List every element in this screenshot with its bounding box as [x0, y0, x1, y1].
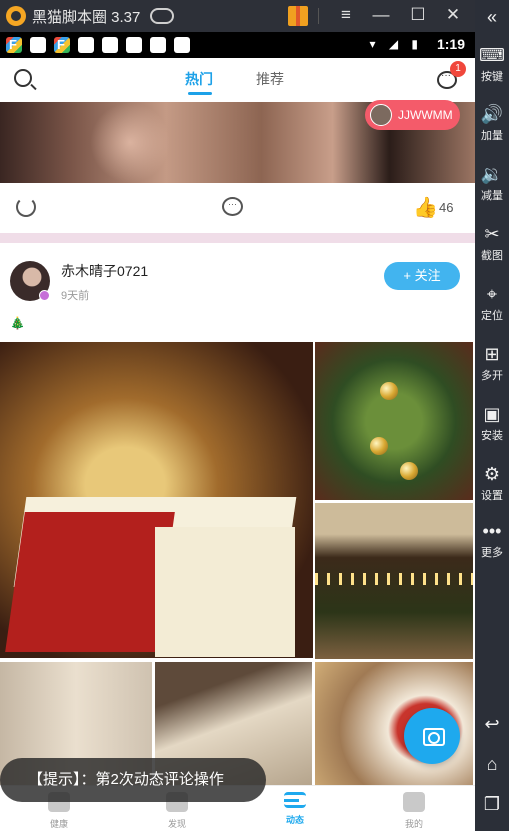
gift-icon[interactable]: [288, 6, 308, 26]
post-time: 9天前: [61, 290, 90, 302]
bottom-nav-label: 动态: [285, 815, 304, 825]
ornament-shape: [370, 437, 388, 455]
android-status-bar: ▾ ◢ ▮ 1:19: [0, 32, 475, 58]
notification-icon: [150, 37, 166, 53]
back-arrow-icon: ↩: [484, 714, 500, 734]
female-badge-icon: [39, 290, 50, 301]
sidebar-item-multi-instance[interactable]: ⊞ 多开: [475, 343, 509, 383]
camera-post-button[interactable]: [404, 708, 460, 764]
search-icon[interactable]: [14, 69, 32, 87]
notification-app-icon: [54, 37, 70, 53]
sidebar-item-label: 更多: [481, 547, 503, 559]
gear-icon: ⚙: [483, 464, 501, 484]
sidebar-item-label: 截图: [481, 250, 503, 262]
post-header: 赤木晴子0721 9天前 + 关注: [0, 243, 475, 313]
post-content: 🎄: [10, 316, 25, 330]
sidebar-item-label: 减量: [481, 190, 503, 202]
post-username[interactable]: 赤木晴子0721: [61, 261, 148, 281]
sidebar-item-label: 定位: [481, 310, 503, 322]
notification-app-icon: [6, 37, 22, 53]
bottom-nav-label: 健康: [49, 819, 68, 829]
like-count: 46: [439, 200, 454, 215]
profile-icon: [403, 792, 425, 812]
share-icon[interactable]: [16, 197, 36, 217]
notification-icon: [102, 37, 118, 53]
multi-window-icon: ⊞: [484, 344, 500, 364]
bottom-nav-label: 我的: [404, 819, 423, 829]
sidebar-item-screenshot[interactable]: ✂ 截图: [475, 223, 509, 263]
user-chip[interactable]: JJWWMM: [365, 100, 460, 130]
apk-icon: ▣: [483, 404, 501, 424]
sidebar-item-settings[interactable]: ⚙ 设置: [475, 463, 509, 503]
home-icon: ⌂: [486, 754, 498, 774]
sidebar-item-volume-up[interactable]: 🔊 加量: [475, 103, 509, 143]
white-cloth-shape: [155, 527, 295, 657]
tab-hot[interactable]: 热门: [185, 69, 213, 89]
thumbs-up-icon[interactable]: 👍: [413, 195, 438, 220]
post-image[interactable]: [315, 342, 473, 500]
sidebar-item-volume-down[interactable]: 🔉 减量: [475, 163, 509, 203]
close-button[interactable]: ✕: [442, 4, 464, 26]
sidebar-item-install[interactable]: ▣ 安装: [475, 403, 509, 443]
double-chevron-icon: «: [486, 7, 497, 27]
notification-icon: [30, 37, 46, 53]
app-logo-icon: [6, 6, 26, 26]
recents-icon: ❐: [483, 794, 501, 814]
more-dots-icon: •••: [482, 521, 502, 541]
notification-icon: [126, 37, 142, 53]
post-divider: [0, 233, 475, 243]
title-divider: [318, 8, 319, 24]
feed-icon: [284, 792, 306, 808]
maximize-button[interactable]: ☐: [407, 4, 429, 26]
comment-icon[interactable]: ···: [222, 197, 243, 216]
notification-icon: [78, 37, 94, 53]
location-pin-icon: ⌖: [486, 284, 498, 304]
sidebar-item-label: 安装: [481, 430, 503, 442]
post-actions: ··· 👍 46: [0, 183, 475, 233]
emulator-title: 黑猫脚本圈 3.37: [32, 9, 141, 26]
sidebar-item-label: 按键: [481, 71, 503, 83]
keyboard-icon: ⌨: [479, 45, 505, 65]
message-badge: 1: [450, 61, 466, 77]
emulator-sidebar: « ⌨ 按键 🔊 加量 🔉 减量 ✂ 截图 ⌖ 定位 ⊞ 多开 ▣ 安装 ⚙ 设…: [475, 0, 509, 831]
post-image[interactable]: [0, 342, 313, 658]
post-image[interactable]: [315, 503, 473, 659]
bottom-nav-profile[interactable]: 我的: [355, 786, 473, 831]
toast-message: 【提示】：第2次动态评论操作: [0, 758, 266, 802]
red-cloth-shape: [5, 512, 175, 652]
sidebar-item-label: 多开: [481, 370, 503, 382]
avatar: [370, 104, 392, 126]
sidebar-item-location[interactable]: ⌖ 定位: [475, 283, 509, 323]
menu-button[interactable]: ≡: [335, 4, 357, 26]
minimize-button[interactable]: —: [370, 4, 392, 26]
emulator-title-bar: 黑猫脚本圈 3.37 ≡ — ☐ ✕: [0, 0, 475, 32]
app-screen: 热门 推荐 1 JJWWMM ··· 👍 46 赤木晴子0721 9天前 + 关…: [0, 58, 475, 831]
sidebar-item-label: 加量: [481, 130, 503, 142]
status-time: 1:19: [436, 36, 465, 52]
sidebar-item-more[interactable]: ••• 更多: [475, 520, 509, 560]
user-chip-name: JJWWMM: [398, 108, 453, 122]
tab-recommended[interactable]: 推荐: [256, 69, 284, 89]
nav-recents-button[interactable]: ❐: [475, 793, 509, 815]
volume-down-icon: 🔉: [480, 164, 504, 184]
top-navigation: 热门 推荐 1: [0, 58, 475, 102]
ornament-shape: [400, 462, 418, 480]
follow-button[interactable]: + 关注: [384, 262, 460, 290]
scissors-icon: ✂: [484, 224, 500, 244]
active-tab-indicator: [188, 92, 212, 95]
system-status-icons: ▾ ◢ ▮: [369, 37, 423, 51]
ornament-shape: [380, 382, 398, 400]
gamepad-icon[interactable]: [150, 8, 174, 24]
volume-up-icon: 🔊: [480, 104, 504, 124]
string-lights-shape: [315, 573, 473, 585]
nav-back-button[interactable]: ↩: [475, 713, 509, 735]
nav-home-button[interactable]: ⌂: [475, 753, 509, 775]
sidebar-item-label: 设置: [481, 490, 503, 502]
sidebar-collapse-button[interactable]: «: [475, 6, 509, 28]
notification-icon: [174, 37, 190, 53]
bottom-nav-label: 发现: [167, 819, 186, 829]
sidebar-item-keys[interactable]: ⌨ 按键: [475, 44, 509, 84]
